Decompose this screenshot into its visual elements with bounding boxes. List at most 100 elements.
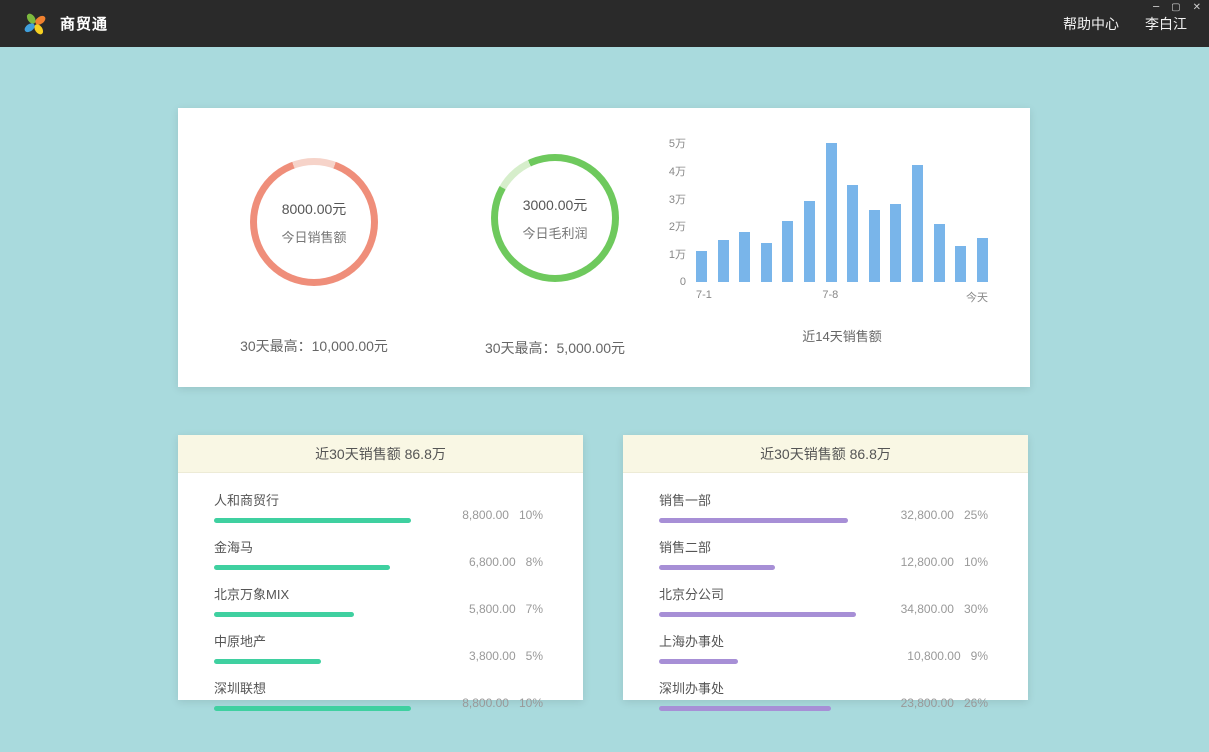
rank-item-value: 6,800.00 8% bbox=[469, 555, 543, 570]
rank-left-col: 深圳联想 bbox=[214, 678, 411, 711]
rank-item-bar bbox=[214, 612, 354, 617]
rank-left-col: 北京万象MIX bbox=[214, 584, 411, 617]
overview-card: 8000.00元 今日销售额 30天最高：10,000.00元 3000.00元… bbox=[178, 108, 1030, 387]
rank-item-percent: 26% bbox=[964, 696, 988, 710]
rank-item-percent: 10% bbox=[519, 508, 543, 522]
customer-rank-list: 人和商贸行 8,800.00 10% 金海马 6,800.00 8% 北京万象MIX 5,80… bbox=[178, 473, 583, 717]
maximize-button[interactable]: ▢ bbox=[1171, 3, 1180, 13]
rank-item-name: 深圳办事处 bbox=[659, 678, 856, 697]
sales-bar-chart-panel: 01万2万3万4万5万 7-17-8今天 近14天销售额 bbox=[660, 108, 1030, 387]
rank-item-amount: 8,800.00 bbox=[462, 508, 509, 522]
rank-item-name: 销售一部 bbox=[659, 490, 856, 509]
rank-row: 上海办事处 10,800.00 9% bbox=[659, 623, 988, 670]
rank-item-bar bbox=[659, 518, 848, 523]
sales-bar bbox=[826, 143, 837, 282]
donut-center: 3000.00元 今日毛利润 bbox=[498, 161, 612, 275]
rank-item-value: 5,800.007% bbox=[469, 602, 543, 617]
rank-item-amount: 3,800.00 bbox=[469, 649, 516, 663]
rank-left-col: 中原地产 bbox=[214, 631, 411, 664]
rank-left-col: 人和商贸行 bbox=[214, 490, 411, 523]
rank-item-bar bbox=[659, 659, 738, 664]
rank-item-value: 12,800.0010% bbox=[901, 555, 988, 570]
rank-item-value: 10,800.00 9% bbox=[907, 649, 988, 664]
bar-chart-caption: 近14天销售额 bbox=[696, 326, 988, 345]
today-sales-panel: 8000.00元 今日销售额 30天最高：10,000.00元 bbox=[178, 108, 450, 387]
rank-item-value: 23,800.00 26% bbox=[901, 696, 988, 711]
sales-bar bbox=[782, 221, 793, 282]
rank-row: 深圳办事处 23,800.00 26% bbox=[659, 670, 988, 717]
today-profit-value: 3000.00元 bbox=[523, 195, 588, 215]
rank-row: 金海马 6,800.00 8% bbox=[214, 529, 543, 576]
rank-item-percent: 30% bbox=[964, 602, 988, 616]
rank-item-percent: 25% bbox=[964, 508, 988, 522]
rank-item-name: 上海办事处 bbox=[659, 631, 856, 650]
y-axis-tick: 3万 bbox=[669, 191, 686, 207]
sales-bar-chart: 01万2万3万4万5万 bbox=[660, 143, 988, 282]
rank-row: 销售一部 32,800.00 25% bbox=[659, 482, 988, 529]
today-profit-footnote: 30天最高：5,000.00元 bbox=[485, 338, 625, 358]
rank-item-bar bbox=[659, 706, 831, 711]
rank-item-percent: 9% bbox=[971, 649, 988, 663]
today-sales-footnote: 30天最高：10,000.00元 bbox=[240, 336, 388, 356]
y-axis-tick: 0 bbox=[680, 276, 686, 288]
donut-center: 8000.00元 今日销售额 bbox=[257, 165, 371, 279]
rank-item-name: 北京万象MIX bbox=[214, 584, 411, 603]
rank-item-bar bbox=[659, 565, 775, 570]
sales-bar bbox=[912, 165, 923, 282]
y-axis-tick: 1万 bbox=[669, 246, 686, 262]
x-axis-tick: 7-8 bbox=[822, 289, 838, 301]
close-button[interactable]: ✕ bbox=[1193, 3, 1201, 13]
rank-item-amount: 8,800.00 bbox=[462, 696, 509, 710]
department-rank-card: 近30天销售额 86.8万 销售一部32,800.0025%销售二部12,800… bbox=[623, 435, 1028, 700]
bar-plot-area bbox=[696, 143, 988, 282]
sales-bar bbox=[955, 246, 966, 282]
rank-item-value: 34,800.00 30% bbox=[901, 602, 988, 617]
today-sales-value: 8000.00元 bbox=[282, 199, 347, 219]
rank-item-percent: 10% bbox=[519, 696, 543, 710]
sales-bar bbox=[804, 201, 815, 282]
rank-row: 销售二部 12,800.0010% bbox=[659, 529, 988, 576]
department-rank-list: 销售一部32,800.0025%销售二部12,800.0010%北京分公司34,… bbox=[623, 473, 1028, 717]
rank-item-name: 金海马 bbox=[214, 537, 411, 556]
rank-item-amount: 6,800.00 bbox=[469, 555, 516, 569]
sales-bar bbox=[890, 204, 901, 282]
rank-item-value: 8,800.00 10% bbox=[462, 508, 543, 523]
sales-bar bbox=[739, 232, 750, 282]
rank-item-amount: 34,800.00 bbox=[901, 602, 954, 616]
sales-bar bbox=[847, 185, 858, 282]
rank-item-percent: 8% bbox=[526, 555, 543, 569]
x-axis-tick: 今天 bbox=[966, 289, 988, 305]
app-title: 商贸通 bbox=[60, 13, 108, 34]
sales-bar bbox=[934, 224, 945, 282]
rank-item-name: 深圳联想 bbox=[214, 678, 411, 697]
rank-item-amount: 5,800.00 bbox=[469, 602, 516, 616]
rank-item-amount: 12,800.00 bbox=[901, 555, 954, 569]
app-window: 商贸通 帮助中心 李白江 ─ ▢ ✕ 8000.00元 今日销售额 30天最高：… bbox=[0, 0, 1209, 752]
window-controls: ─ ▢ ✕ bbox=[1153, 3, 1201, 13]
rank-item-bar bbox=[659, 612, 856, 617]
rank-left-col: 上海办事处 bbox=[659, 631, 856, 664]
rank-row: 北京万象MIX 5,800.007% bbox=[214, 576, 543, 623]
rank-item-bar bbox=[214, 659, 321, 664]
y-axis-tick: 4万 bbox=[669, 163, 686, 179]
rank-item-amount: 32,800.00 bbox=[901, 508, 954, 522]
help-center-link[interactable]: 帮助中心 bbox=[1063, 14, 1119, 34]
rank-item-name: 销售二部 bbox=[659, 537, 856, 556]
rank-item-amount: 23,800.00 bbox=[901, 696, 954, 710]
minimize-button[interactable]: ─ bbox=[1153, 3, 1159, 13]
customer-rank-title: 近30天销售额 86.8万 bbox=[178, 435, 583, 473]
rank-item-amount: 10,800.00 bbox=[907, 649, 960, 663]
y-axis: 01万2万3万4万5万 bbox=[660, 143, 696, 282]
user-name-link[interactable]: 李白江 bbox=[1145, 14, 1187, 34]
rank-left-col: 销售二部 bbox=[659, 537, 856, 570]
today-profit-donut-chart: 3000.00元 今日毛利润 bbox=[491, 154, 619, 282]
sales-bar bbox=[869, 210, 880, 282]
customer-rank-card: 近30天销售额 86.8万 人和商贸行 8,800.00 10% 金海马 6,800.0… bbox=[178, 435, 583, 700]
rank-item-bar bbox=[214, 518, 411, 523]
x-axis-tick: 7-1 bbox=[696, 289, 712, 301]
sales-bar bbox=[718, 240, 729, 282]
rank-row: 中原地产3,800.005% bbox=[214, 623, 543, 670]
sales-bar bbox=[977, 238, 988, 282]
rank-row: 人和商贸行 8,800.00 10% bbox=[214, 482, 543, 529]
rank-item-value: 32,800.00 25% bbox=[901, 508, 988, 523]
